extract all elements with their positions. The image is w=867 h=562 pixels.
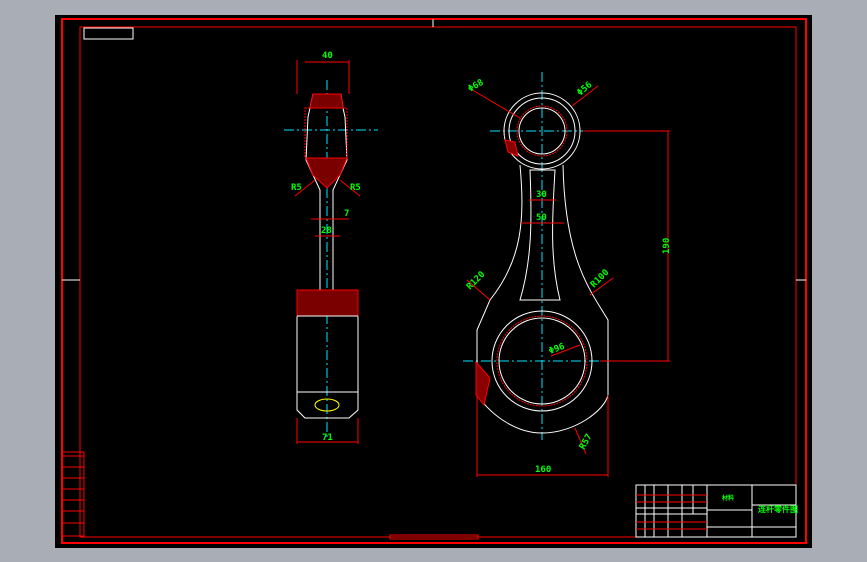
dim-side-fillet-left: R5	[291, 183, 302, 193]
drawing-background	[55, 15, 812, 548]
dim-side-web: 7	[344, 209, 349, 219]
dim-center-distance: 190	[662, 238, 672, 254]
title-block-material: 材料	[721, 494, 734, 502]
title-block-drawing-name: 连杆零件图	[758, 504, 798, 514]
dim-side-fillet-right: R5	[350, 183, 361, 193]
dim-web-inner: 30	[536, 190, 547, 200]
cad-drawing-sheet: 40 R5 R5 7 28 71 Φ68 Φ56 30 50 190 R120 …	[55, 15, 812, 548]
dim-big-end-width: 160	[535, 465, 551, 475]
dim-side-top-width: 40	[322, 51, 333, 61]
dim-side-bottom-width: 71	[322, 433, 333, 443]
dim-side-shank: 28	[321, 226, 332, 236]
dim-web-outer: 50	[536, 213, 547, 223]
